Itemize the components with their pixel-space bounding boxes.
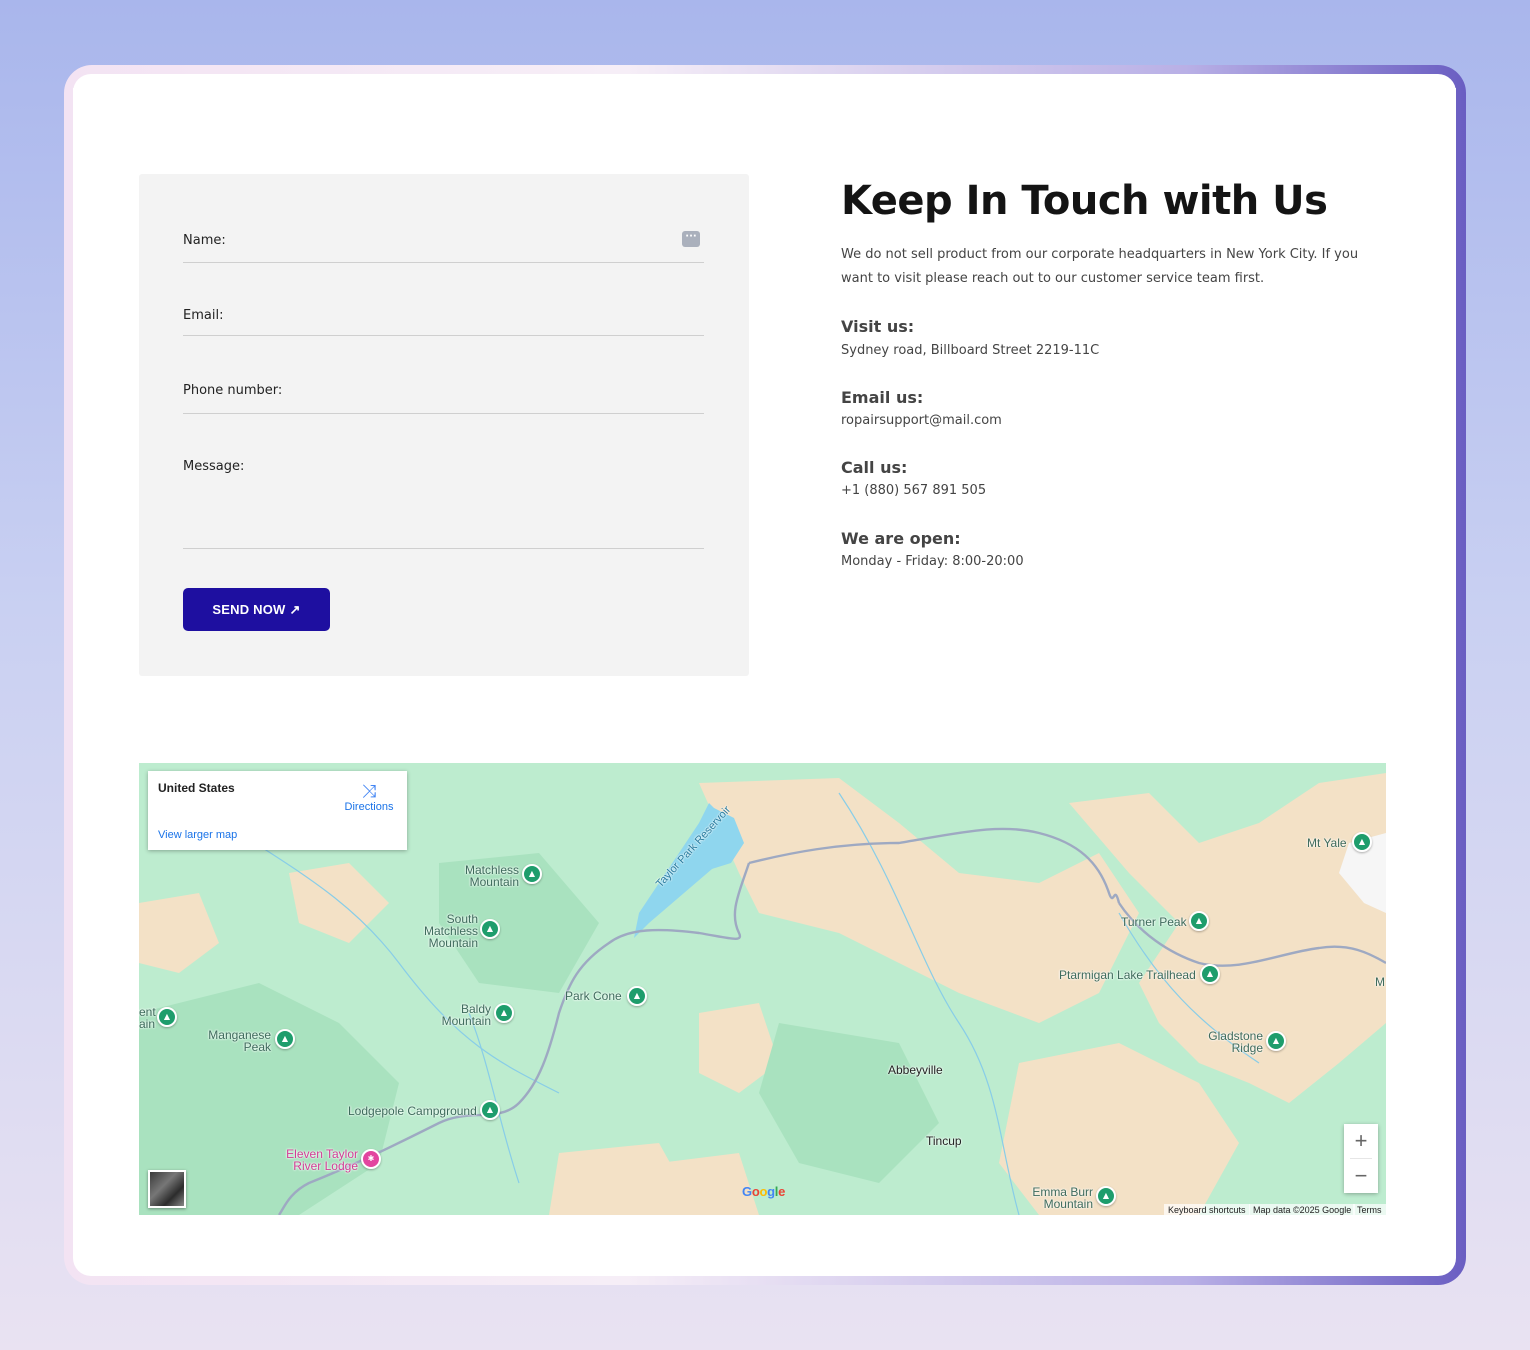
zoom-in-button[interactable]: + — [1344, 1124, 1378, 1158]
mountain-pin-icon[interactable]: ▲ — [494, 1003, 514, 1023]
email-field[interactable]: Email: — [183, 303, 704, 336]
send-now-button[interactable]: SEND NOW ↗ — [183, 588, 330, 631]
south-matchless-label: South Matchless Mountain — [423, 912, 478, 950]
mt-yale-label: Mt Yale — [1307, 836, 1347, 850]
ptarmigan-trailhead-label: Ptarmigan Lake Trailhead — [1059, 968, 1196, 982]
zoom-control: + − — [1344, 1124, 1378, 1193]
map-data-attribution: Map data ©2025 Google — [1249, 1204, 1356, 1216]
keyboard-shortcuts-link[interactable]: Keyboard shortcuts — [1164, 1204, 1250, 1216]
abbeyville-label: Abbeyville — [888, 1063, 943, 1077]
name-label: Name: — [183, 233, 226, 248]
matchless-mountain-label: Matchless Mountain — [464, 863, 519, 889]
baldy-mountain-label: Baldy Mountain — [441, 1002, 491, 1028]
map-info-card: United States View larger map ⤨ Directio… — [148, 771, 407, 850]
edge-peak-label: ent ain — [139, 1005, 156, 1031]
satellite-toggle[interactable] — [148, 1170, 186, 1208]
phone-field[interactable]: Phone number: — [183, 378, 704, 414]
message-field[interactable]: Message: — [183, 454, 704, 549]
opening-hours: Monday - Friday: 8:00-20:00 — [841, 554, 1024, 569]
view-larger-map-link[interactable]: View larger map — [158, 829, 237, 841]
lodgepole-campground-label: Lodgepole Campground — [348, 1104, 477, 1118]
tincup-label: Tincup — [926, 1134, 962, 1148]
mountain-pin-icon[interactable]: ▲ — [1266, 1031, 1286, 1051]
page-title: Keep In Touch with Us — [841, 178, 1328, 224]
directions-button[interactable]: ⤨ Directions — [344, 781, 394, 813]
mountain-pin-icon[interactable]: ▲ — [1189, 911, 1209, 931]
emma-burr-mountain-label: Emma Burr Mountain — [1032, 1185, 1093, 1211]
map-place-name: United States — [158, 781, 235, 795]
trailhead-pin-icon[interactable]: ▲ — [1200, 964, 1220, 984]
zoom-out-button[interactable]: − — [1344, 1159, 1378, 1193]
campground-pin-icon[interactable]: ▲ — [480, 1100, 500, 1120]
email-address: ropairsupport@mail.com — [841, 413, 1002, 428]
mountain-pin-icon[interactable]: ▲ — [157, 1007, 177, 1027]
arrow-up-right-icon: ↗ — [289, 601, 301, 617]
phone-number: +1 (880) 567 891 505 — [841, 483, 987, 498]
intro-text: We do not sell product from our corporat… — [841, 247, 1359, 286]
manganese-peak-label: Manganese Peak — [208, 1028, 271, 1054]
mountain-pin-icon[interactable]: ▲ — [627, 986, 647, 1006]
edge-label-right: M — [1375, 975, 1385, 989]
park-cone-label: Park Cone — [565, 989, 622, 1003]
mountain-pin-icon[interactable]: ▲ — [1096, 1186, 1116, 1206]
terms-link[interactable]: Terms — [1353, 1204, 1386, 1216]
autofill-icon[interactable]: ··· — [682, 231, 700, 247]
phone-label: Phone number: — [183, 383, 283, 398]
message-label: Message: — [183, 459, 245, 474]
lodge-pin-icon[interactable]: ✱ — [361, 1149, 381, 1169]
visit-heading: Visit us: — [841, 317, 915, 336]
call-heading: Call us: — [841, 458, 908, 477]
mountain-pin-icon[interactable]: ▲ — [1352, 832, 1372, 852]
mountain-pin-icon[interactable]: ▲ — [275, 1029, 295, 1049]
name-field[interactable]: Name: ··· — [183, 228, 704, 263]
eleven-taylor-lodge-label: Eleven Taylor River Lodge — [286, 1147, 358, 1173]
mountain-pin-icon[interactable]: ▲ — [522, 864, 542, 884]
send-now-label: SEND NOW — [212, 602, 286, 617]
gladstone-ridge-label: Gladstone Ridge — [1208, 1029, 1263, 1055]
directions-icon: ⤨ — [361, 781, 377, 801]
google-logo: Google — [742, 1184, 786, 1199]
email-heading: Email us: — [841, 388, 924, 407]
visit-address: Sydney road, Billboard Street 2219-11C — [841, 343, 1100, 358]
turner-peak-label: Turner Peak — [1121, 915, 1187, 929]
directions-label: Directions — [344, 801, 394, 813]
email-label: Email: — [183, 308, 224, 323]
mountain-pin-icon[interactable]: ▲ — [480, 919, 500, 939]
hours-heading: We are open: — [841, 529, 961, 548]
